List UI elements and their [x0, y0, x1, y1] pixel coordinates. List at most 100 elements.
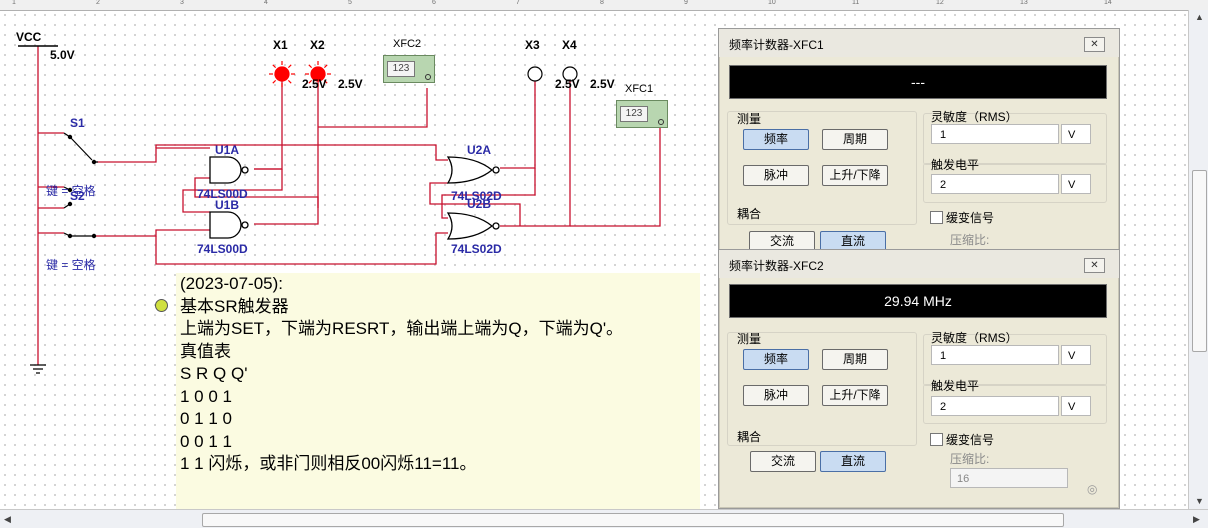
note-line: 0 1 1 0 — [180, 409, 232, 428]
ground-symbol — [30, 364, 46, 374]
note-line: S R Q Q' — [180, 364, 248, 383]
xfc2-compress-select[interactable]: 16 — [950, 468, 1068, 488]
xfc1-coupling-label: 耦合 — [737, 207, 762, 221]
vertical-scroll-thumb[interactable] — [1192, 170, 1207, 352]
xfc2-pulse-button[interactable]: 脉冲 — [743, 385, 809, 406]
xfc2-measure-label: 测量 — [737, 332, 762, 346]
scroll-up-icon[interactable]: ▲ — [1195, 12, 1204, 22]
probe-x4-name: X4 — [562, 38, 577, 52]
note-line: (2023-07-05): — [180, 274, 284, 293]
probe-x2-voltage: 2.5V — [338, 77, 363, 91]
probe-x4-voltage: 2.5V — [590, 77, 615, 91]
xfc1-instrument[interactable]: 123 — [616, 100, 668, 128]
xfc2-close-button[interactable]: ✕ — [1084, 258, 1105, 273]
xfc2-dialog[interactable]: 频率计数器-XFC2 ✕ 29.94 MHz 测量 频率 周期 脉冲 上升/下降… — [718, 249, 1120, 509]
probe-x3-voltage: 2.5V — [555, 77, 580, 91]
xfc2-trigger-unit[interactable]: V — [1061, 396, 1091, 416]
xfc2-sensitivity-unit[interactable]: V — [1061, 345, 1091, 365]
wire-u2a-out — [500, 80, 536, 169]
probe-lamp — [527, 66, 543, 82]
gate-u2a-bubble — [492, 166, 500, 174]
xfc2-instrument-screen: 123 — [387, 61, 415, 77]
note-line: 基本SR触发器 — [180, 296, 289, 316]
note-line: 0 0 1 1 — [180, 431, 232, 451]
gate-u1a-bubble — [241, 166, 249, 174]
scroll-right-icon[interactable]: ▶ — [1193, 514, 1200, 525]
xfc1-instrument-label: XFC1 — [625, 83, 654, 95]
probe-x1-voltage: 2.5V — [302, 77, 327, 91]
xfc1-display: --- — [729, 65, 1107, 99]
vertical-scrollbar[interactable]: ▲ ▼ — [1188, 10, 1208, 509]
xfc2-resize-grip-icon[interactable]: ◎ — [1087, 482, 1097, 496]
gate-u2b-shape — [446, 212, 494, 240]
xfc1-title: 频率计数器-XFC1 — [729, 38, 824, 52]
xfc2-title-bar[interactable]: 频率计数器-XFC2 ✕ — [719, 250, 1119, 278]
xfc1-title-bar[interactable]: 频率计数器-XFC1 ✕ — [719, 29, 1119, 57]
xfc1-terminal[interactable] — [658, 119, 664, 125]
gate-u2a-name: U2A — [467, 143, 492, 157]
xfc2-compress-label: 压缩比: — [950, 452, 990, 466]
xfc1-period-button[interactable]: 周期 — [822, 129, 888, 150]
xfc1-trigger-unit[interactable]: V — [1061, 174, 1091, 194]
note-line: 上端为SET，下端为RESRT，输出端上端为Q，下端为Q'。 — [180, 319, 624, 338]
xfc2-terminal[interactable] — [425, 74, 431, 80]
xfc2-coupling-label: 耦合 — [737, 430, 762, 444]
xfc2-trigger-label: 触发电平 — [931, 379, 980, 393]
xfc1-rise-fall-button[interactable]: 上升/下降 — [822, 165, 888, 186]
xfc1-pulse-button[interactable]: 脉冲 — [743, 165, 809, 186]
xfc2-slow-signal-label: 缓变信号 — [946, 433, 995, 447]
xfc1-trigger-label: 触发电平 — [931, 158, 980, 172]
scroll-left-icon[interactable]: ◀ — [4, 514, 11, 525]
xfc2-sensitivity-input[interactable]: 1 — [931, 345, 1059, 365]
probe-lamp — [274, 66, 290, 82]
wire-s1-out — [96, 147, 210, 163]
wire-xfc1 — [570, 126, 661, 227]
xfc2-instrument-label: XFC2 — [393, 38, 422, 50]
xfc1-compress-label: 压缩比: — [950, 233, 990, 247]
xfc1-measure-label: 测量 — [737, 112, 762, 126]
comment-note[interactable]: (2023-07-05): 基本SR触发器 上端为SET，下端为RESRT，输出… — [176, 273, 700, 523]
xfc2-ac-button[interactable]: 交流 — [750, 451, 816, 472]
wire-s2-out — [96, 229, 210, 237]
horizontal-scroll-thumb[interactable] — [202, 513, 1064, 527]
xfc2-freq-button[interactable]: 频率 — [743, 349, 809, 370]
xfc1-sensitivity-unit[interactable]: V — [1061, 124, 1091, 144]
probe-x2-name: X2 — [310, 38, 325, 52]
xfc2-dc-button[interactable]: 直流 — [820, 451, 886, 472]
xfc1-freq-button[interactable]: 频率 — [743, 129, 809, 150]
xfc2-rise-fall-button[interactable]: 上升/下降 — [822, 385, 888, 406]
gate-u1b-shape — [209, 211, 242, 239]
xfc1-slow-signal-checkbox[interactable] — [930, 211, 943, 224]
xfc2-instrument[interactable]: 123 — [383, 55, 435, 83]
note-line: 1 0 0 1 — [180, 386, 232, 406]
horizontal-scrollbar[interactable]: ◀ ▶ — [0, 509, 1208, 528]
xfc1-trigger-input[interactable]: 2 — [931, 174, 1059, 194]
probe-x3-name: X3 — [525, 38, 540, 52]
wire-u1a-out — [254, 80, 283, 170]
switch-s2-key: 键 = 空格 — [46, 258, 96, 272]
xfc2-title: 频率计数器-XFC2 — [729, 259, 824, 273]
xfc1-slow-signal-label: 缓变信号 — [946, 211, 995, 225]
xfc2-trigger-input[interactable]: 2 — [931, 396, 1059, 416]
xfc2-slow-signal-checkbox[interactable] — [930, 433, 943, 446]
xfc1-dialog[interactable]: 频率计数器-XFC1 ✕ --- 测量 频率 周期 脉冲 上升/下降 耦合 交流… — [718, 28, 1120, 270]
xfc2-sensitivity-label: 灵敏度（RMS） — [931, 331, 1018, 345]
scroll-down-icon[interactable]: ▼ — [1195, 496, 1204, 506]
wire-xfc2 — [318, 88, 428, 128]
xfc1-close-button[interactable]: ✕ — [1084, 37, 1105, 52]
xfc1-sensitivity-input[interactable]: 1 — [931, 124, 1059, 144]
xfc2-period-button[interactable]: 周期 — [822, 349, 888, 370]
wire-u2-top-in — [155, 144, 448, 161]
gate-u2b-name: U2B — [467, 197, 492, 211]
switch-s2-name: S2 — [70, 189, 85, 203]
probe-x1[interactable] — [269, 61, 295, 87]
vcc-label: VCC — [16, 30, 42, 44]
xfc1-sensitivity-label: 灵敏度（RMS） — [931, 110, 1018, 124]
probe-x3[interactable] — [527, 66, 543, 82]
wire-u1b-out — [254, 80, 319, 225]
note-line: 真值表 — [180, 341, 231, 361]
gate-u2b-part: 74LS02D — [451, 242, 502, 256]
schematic-canvas[interactable]: 1 2 3 4 5 6 7 8 9 10 11 12 13 14 VCC 5.0… — [0, 0, 1208, 528]
switch-s1-name: S1 — [70, 116, 85, 130]
note-pin-icon[interactable] — [155, 299, 168, 312]
